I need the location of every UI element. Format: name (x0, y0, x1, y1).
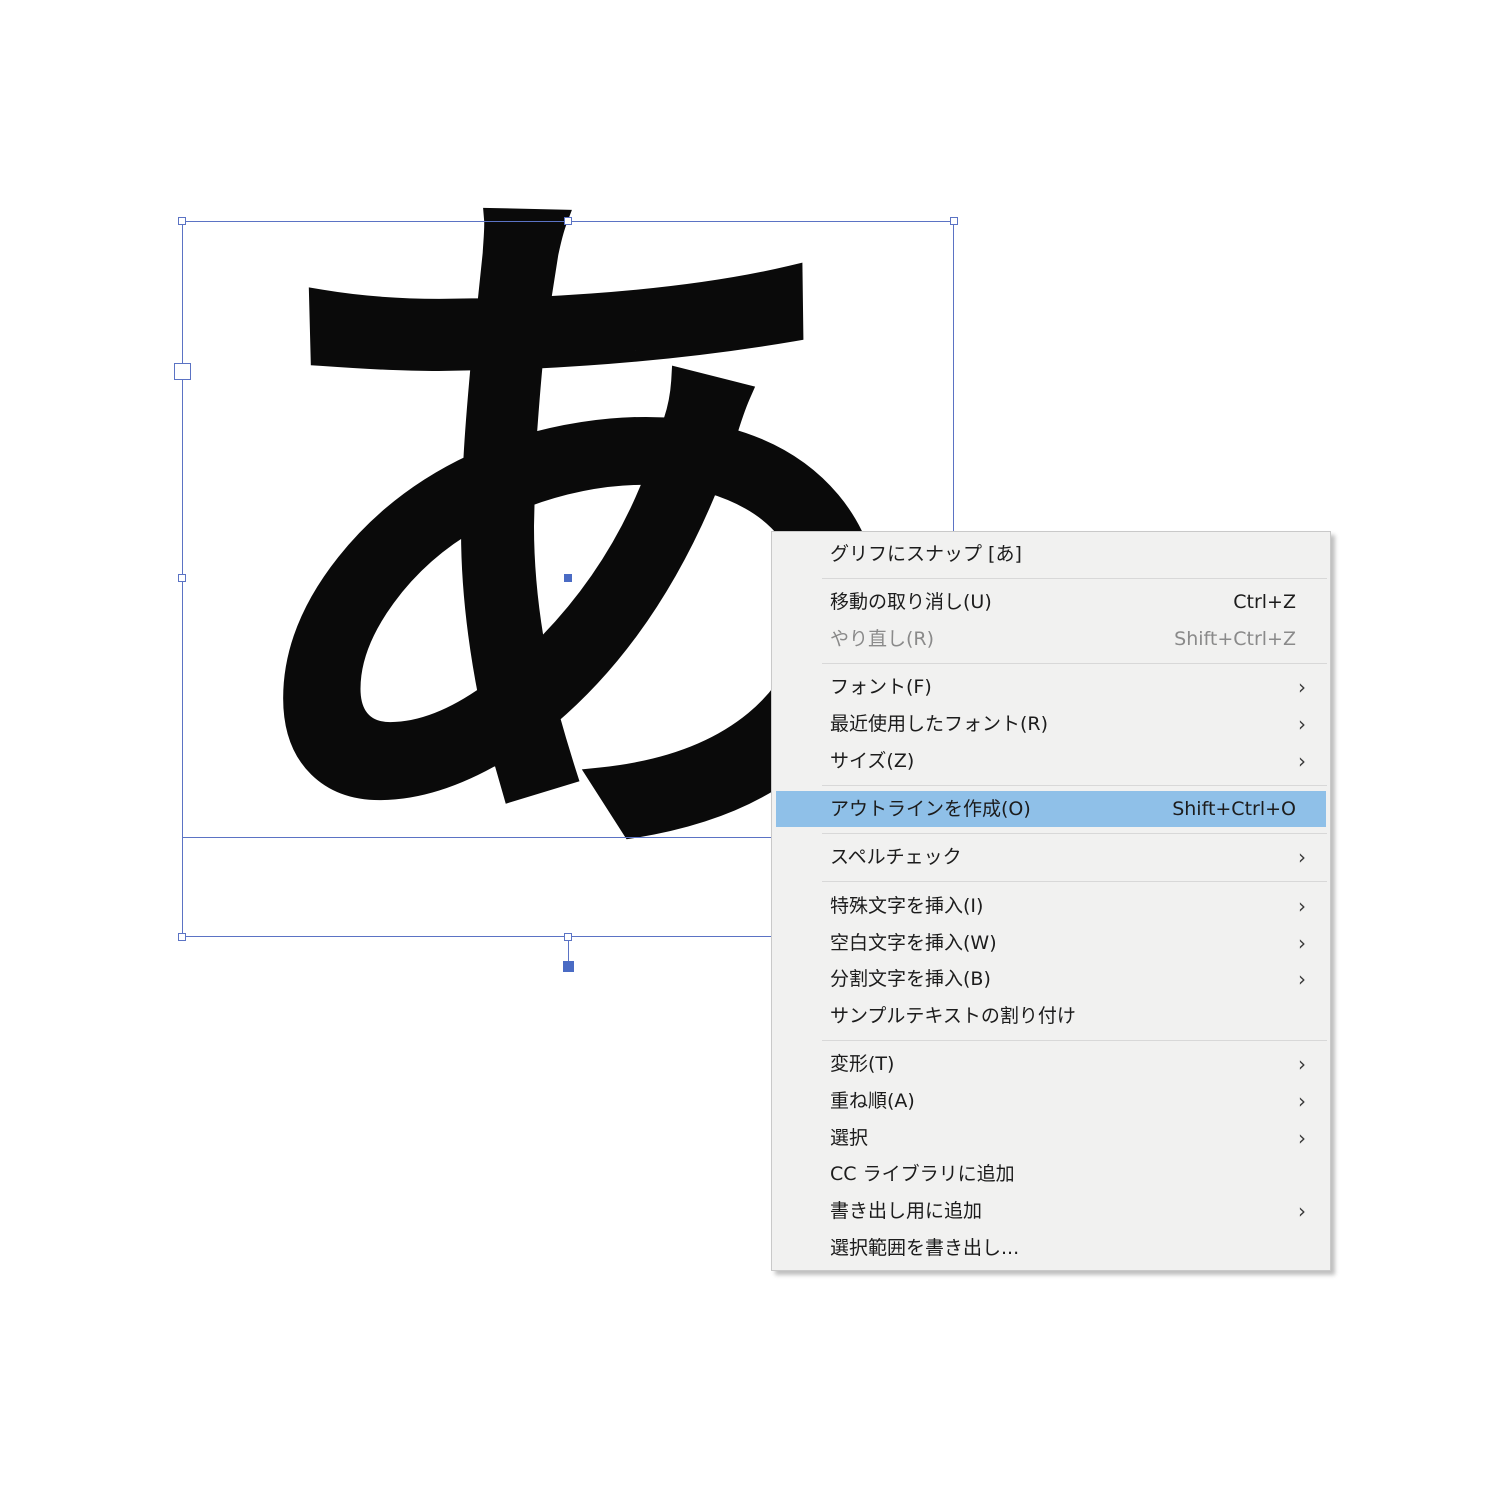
chevron-right-icon: › (1298, 845, 1306, 869)
menu-item-label: やり直し(R) (830, 628, 935, 650)
chevron-right-icon: › (1298, 967, 1306, 991)
chevron-right-icon: › (1298, 894, 1306, 918)
shortcut-text: Shift+Ctrl+O (1172, 798, 1296, 820)
menu-item-label: スペルチェック (830, 846, 962, 868)
menu-separator (822, 1040, 1327, 1041)
menu-item-label: 書き出し用に追加 (830, 1200, 983, 1222)
menu-item-insert-whitespace[interactable]: 空白文字を挿入(W) › (776, 925, 1326, 961)
text-in-port-handle[interactable] (174, 363, 191, 380)
menu-item-arrange[interactable]: 重ね順(A) › (776, 1083, 1326, 1119)
chevron-right-icon: › (1298, 1089, 1306, 1113)
menu-item-spell-check[interactable]: スペルチェック › (776, 839, 1326, 875)
menu-separator (822, 785, 1327, 786)
menu-item-label: グリフにスナップ [あ] (830, 543, 1022, 565)
menu-item-label: アウトラインを作成(O) (830, 798, 1031, 820)
menu-item-transform[interactable]: 変形(T) › (776, 1046, 1326, 1082)
menu-item-insert-break[interactable]: 分割文字を挿入(B) › (776, 961, 1326, 997)
resize-handle-bottom-left[interactable] (178, 933, 186, 941)
resize-handle-top-right[interactable] (950, 217, 958, 225)
menu-item-collect-for-export[interactable]: 書き出し用に追加 › (776, 1193, 1326, 1229)
menu-item-label: 選択範囲を書き出し... (830, 1237, 1020, 1259)
resize-handle-bottom[interactable] (564, 933, 572, 941)
menu-item-label: 重ね順(A) (830, 1090, 915, 1112)
menu-item-label: フォント(F) (830, 676, 932, 698)
center-point-handle[interactable] (564, 574, 572, 582)
menu-item-label: サンプルテキストの割り付け (830, 1005, 1076, 1027)
shortcut-text: Shift+Ctrl+Z (1174, 628, 1296, 650)
menu-item-fill-placeholder-text[interactable]: サンプルテキストの割り付け (776, 998, 1326, 1034)
menu-item-label: 分割文字を挿入(B) (830, 968, 991, 990)
menu-item-export-selection[interactable]: 選択範囲を書き出し... (776, 1230, 1326, 1266)
menu-item-label: 選択 (830, 1127, 869, 1149)
text-widget-handle[interactable] (563, 961, 574, 972)
menu-item-snap-to-glyph[interactable]: グリフにスナップ [あ] (776, 536, 1326, 572)
menu-item-label: CC ライブラリに追加 (830, 1163, 1015, 1185)
menu-item-recent-fonts[interactable]: 最近使用したフォント(R) › (776, 706, 1326, 742)
menu-item-size[interactable]: サイズ(Z) › (776, 743, 1326, 779)
menu-item-add-to-cc-library[interactable]: CC ライブラリに追加 (776, 1156, 1326, 1192)
chevron-right-icon: › (1298, 749, 1306, 773)
resize-handle-left[interactable] (178, 574, 186, 582)
resize-handle-top[interactable] (564, 217, 572, 225)
chevron-right-icon: › (1298, 712, 1306, 736)
menu-item-insert-special-character[interactable]: 特殊文字を挿入(I) › (776, 888, 1326, 924)
menu-separator (822, 833, 1327, 834)
chevron-right-icon: › (1298, 1126, 1306, 1150)
menu-item-font[interactable]: フォント(F) › (776, 669, 1326, 705)
menu-separator (822, 881, 1327, 882)
chevron-right-icon: › (1298, 1052, 1306, 1076)
menu-item-create-outlines[interactable]: アウトラインを作成(O) Shift+Ctrl+O (776, 791, 1326, 827)
menu-item-label: 特殊文字を挿入(I) (830, 895, 984, 917)
resize-handle-top-left[interactable] (178, 217, 186, 225)
menu-item-label: 変形(T) (830, 1053, 895, 1075)
menu-separator (822, 578, 1327, 579)
menu-item-label: 空白文字を挿入(W) (830, 932, 997, 954)
shortcut-text: Ctrl+Z (1233, 591, 1296, 613)
chevron-right-icon: › (1298, 1199, 1306, 1223)
menu-item-undo[interactable]: 移動の取り消し(U) Ctrl+Z (776, 584, 1326, 620)
chevron-right-icon: › (1298, 931, 1306, 955)
menu-item-label: サイズ(Z) (830, 750, 915, 772)
context-menu: グリフにスナップ [あ] 移動の取り消し(U) Ctrl+Z やり直し(R) S… (771, 531, 1331, 1271)
menu-separator (822, 663, 1327, 664)
widget-stem (568, 941, 569, 962)
menu-item-select[interactable]: 選択 › (776, 1120, 1326, 1156)
chevron-right-icon: › (1298, 675, 1306, 699)
menu-item-redo: やり直し(R) Shift+Ctrl+Z (776, 621, 1326, 657)
menu-item-label: 移動の取り消し(U) (830, 591, 992, 613)
menu-item-label: 最近使用したフォント(R) (830, 713, 1049, 735)
